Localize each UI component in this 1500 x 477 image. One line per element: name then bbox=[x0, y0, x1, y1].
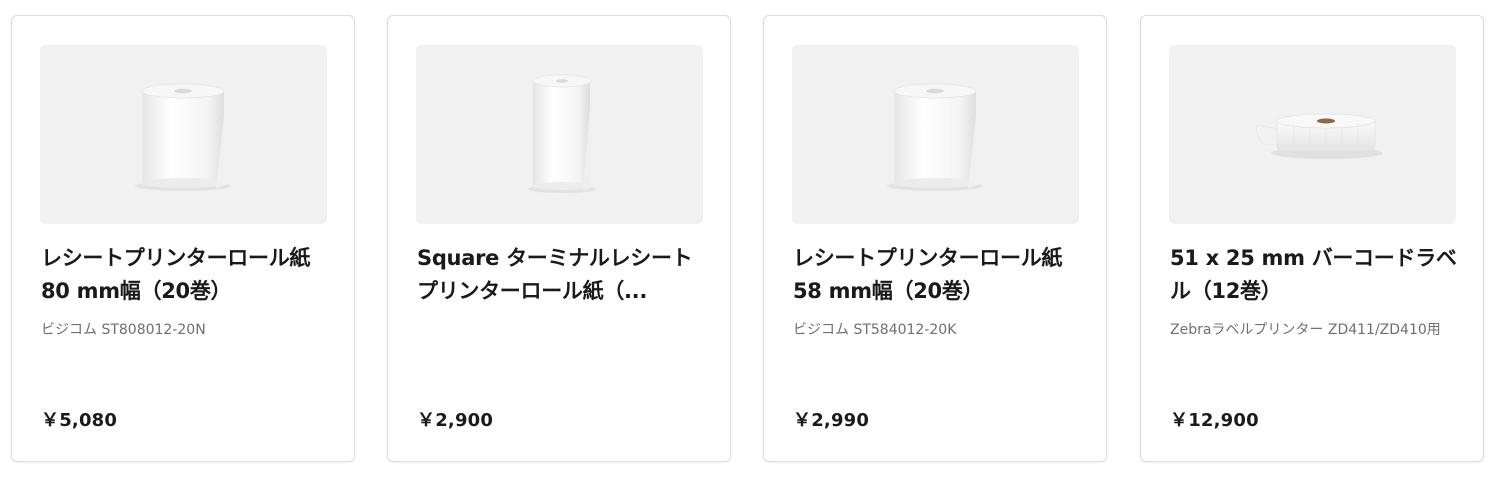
product-card[interactable]: レシートプリンターロール紙 58 mm幅（20巻） ビジコム ST584012-… bbox=[763, 15, 1107, 462]
product-subtitle: Zebraラベルプリンター ZD411/ZD410用 bbox=[1170, 322, 1441, 338]
product-price: ￥2,990 bbox=[793, 410, 870, 431]
product-card[interactable]: Square ターミナルレシートプリンターロール紙（... ￥2,900 bbox=[387, 15, 731, 462]
product-title[interactable]: レシートプリンターロール紙 58 mm幅（20巻） bbox=[793, 242, 1083, 308]
product-image[interactable] bbox=[40, 45, 327, 224]
product-image[interactable] bbox=[1169, 45, 1456, 224]
product-grid: レシートプリンターロール紙 80 mm幅（20巻） ビジコム ST808012-… bbox=[0, 0, 1500, 477]
product-card[interactable]: レシートプリンターロール紙 80 mm幅（20巻） ビジコム ST808012-… bbox=[11, 15, 355, 462]
receipt-paper-roll-wide-icon bbox=[135, 83, 231, 191]
product-card[interactable]: 51 x 25 mm バーコードラベル（12巻） Zebraラベルプリンター Z… bbox=[1140, 15, 1484, 462]
product-image[interactable] bbox=[416, 45, 703, 224]
product-title[interactable]: レシートプリンターロール紙 80 mm幅（20巻） bbox=[41, 242, 331, 308]
product-subtitle: ビジコム ST584012-20K bbox=[793, 322, 957, 338]
barcode-label-roll-icon bbox=[1256, 113, 1383, 159]
product-price: ￥12,900 bbox=[1170, 410, 1259, 431]
receipt-paper-roll-wide-icon bbox=[887, 83, 983, 191]
product-price: ￥2,900 bbox=[417, 410, 494, 431]
product-title[interactable]: Square ターミナルレシートプリンターロール紙（... bbox=[417, 242, 707, 308]
product-title[interactable]: 51 x 25 mm バーコードラベル（12巻） bbox=[1170, 242, 1460, 308]
product-subtitle: ビジコム ST808012-20N bbox=[41, 322, 206, 338]
receipt-paper-roll-narrow-icon bbox=[528, 74, 596, 193]
product-price: ￥5,080 bbox=[41, 410, 118, 431]
product-image[interactable] bbox=[792, 45, 1079, 224]
